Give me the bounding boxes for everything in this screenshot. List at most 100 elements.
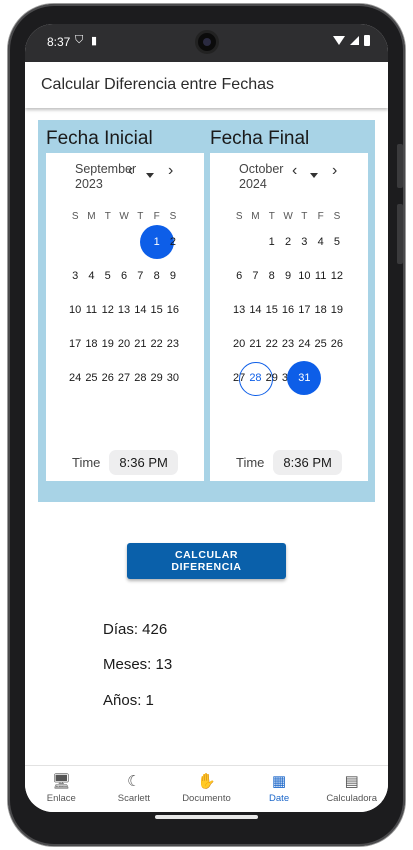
shield-icon: ⛉ — [75, 34, 84, 46]
start-time-button[interactable]: 8:36 PM — [109, 450, 178, 475]
end-date-heading: Fecha Final — [210, 128, 310, 149]
app-bar: Calcular Diferencia entre Fechas — [25, 62, 388, 108]
selected-day-cell[interactable]: 31 — [287, 361, 322, 395]
front-camera — [195, 30, 219, 54]
nav-item-scarlett[interactable]: ☾ Scarlett — [98, 766, 171, 812]
week-row: 17 18 19 20 21 22 23 — [67, 327, 204, 361]
chevron-left-icon[interactable]: ‹ — [128, 162, 133, 180]
chevron-right-icon[interactable]: › — [168, 162, 173, 180]
day-cell[interactable]: 21 — [132, 327, 148, 361]
day-cell[interactable]: 14 — [247, 293, 263, 327]
day-cell[interactable]: 15 — [264, 293, 280, 327]
day-cell[interactable]: 28 — [132, 361, 148, 395]
day-cell[interactable]: 25 — [312, 327, 328, 361]
page-title: Calcular Diferencia entre Fechas — [41, 76, 274, 93]
start-month-selector[interactable]: September 2023 — [75, 162, 145, 192]
day-cell[interactable]: 7 — [132, 259, 148, 293]
week-row: 20 21 22 23 24 25 26 — [231, 327, 368, 361]
empty-day-cell — [83, 225, 99, 259]
end-time-button[interactable]: 8:36 PM — [273, 450, 342, 475]
day-cell[interactable]: 15 — [148, 293, 164, 327]
day-cell[interactable]: 24 — [67, 361, 83, 395]
day-cell[interactable]: 11 — [312, 259, 328, 293]
day-cell[interactable]: 16 — [280, 293, 296, 327]
battery-icon — [364, 35, 370, 46]
day-cell[interactable]: 23 — [165, 327, 181, 361]
day-cell[interactable]: 18 — [312, 293, 328, 327]
day-cell[interactable]: 4 — [83, 259, 99, 293]
day-cell[interactable]: 24 — [296, 327, 312, 361]
day-cell[interactable]: 10 — [296, 259, 312, 293]
day-cell[interactable]: 2 — [165, 225, 181, 259]
weekday-label: S — [71, 211, 79, 222]
day-cell[interactable]: 17 — [67, 327, 83, 361]
day-cell[interactable]: 12 — [329, 259, 345, 293]
day-cell[interactable]: 22 — [264, 327, 280, 361]
selected-day-cell[interactable]: 1 — [139, 225, 175, 259]
day-cell[interactable]: 2 — [280, 225, 296, 259]
day-cell[interactable]: 19 — [100, 327, 116, 361]
nav-item-label: Enlace — [46, 793, 76, 804]
nav-item-documento[interactable]: ✋ Documento — [170, 766, 243, 812]
day-cell[interactable]: 25 — [83, 361, 99, 395]
day-cell[interactable]: 19 — [329, 293, 345, 327]
week-row: 24 25 26 27 28 29 30 — [67, 361, 204, 395]
day-cell[interactable]: 26 — [329, 327, 345, 361]
start-day-grid: S M T W T F S 1 2 3 4 5 6 7 8 9 10 11 12 13 14 15 16 17 18 19 20 21… — [46, 209, 204, 395]
empty-day-cell — [67, 225, 83, 259]
day-cell[interactable]: 3 — [67, 259, 83, 293]
day-cell[interactable]: 14 — [132, 293, 148, 327]
today-day-cell[interactable]: 28 — [239, 361, 274, 396]
nav-item-enlace[interactable]: 🖥 Enlace — [25, 766, 98, 812]
day-cell[interactable]: 6 — [116, 259, 132, 293]
end-month-selector[interactable]: October 2024 — [239, 162, 309, 192]
day-cell[interactable]: 26 — [100, 361, 116, 395]
day-cell[interactable]: 23 — [280, 327, 296, 361]
day-cell[interactable]: 1 — [264, 225, 280, 259]
day-cell[interactable]: 8 — [264, 259, 280, 293]
chevron-down-icon[interactable] — [310, 173, 318, 178]
day-cell[interactable]: 9 — [165, 259, 181, 293]
day-cell[interactable]: 29 — [264, 361, 280, 395]
day-cell[interactable]: 16 — [165, 293, 181, 327]
day-cell[interactable]: 20 — [231, 327, 247, 361]
calculator-icon: ▤ — [344, 773, 359, 790]
chevron-right-icon[interactable]: › — [332, 162, 337, 180]
day-cell[interactable]: 20 — [116, 327, 132, 361]
day-cell[interactable]: 21 — [247, 327, 263, 361]
weekday-label: T — [104, 211, 111, 222]
day-cell[interactable]: 13 — [116, 293, 132, 327]
power-button — [397, 204, 403, 264]
empty-day-cell — [231, 225, 247, 259]
day-cell[interactable]: 6 — [231, 259, 247, 293]
chevron-down-icon[interactable] — [146, 173, 154, 178]
day-cell[interactable]: 13 — [231, 293, 247, 327]
day-cell[interactable]: 4 — [312, 225, 328, 259]
end-month-label: October — [239, 162, 284, 176]
day-cell[interactable]: 10 — [67, 293, 83, 327]
moon-icon: ☾ — [127, 773, 141, 790]
day-cell[interactable]: 11 — [83, 293, 99, 327]
day-cell[interactable]: 22 — [148, 327, 164, 361]
day-cell[interactable]: 5 — [329, 225, 345, 259]
end-day-grid: S M T W T F S 1 2 3 4 5 6 7 8 9 10 11 12 13 14 15 16 17 18 19 20 21… — [210, 209, 368, 396]
day-cell[interactable]: 7 — [247, 259, 263, 293]
day-cell[interactable]: 12 — [100, 293, 116, 327]
empty-day-cell — [247, 225, 263, 259]
day-cell[interactable]: 9 — [280, 259, 296, 293]
week-row: 10 11 12 13 14 15 16 — [67, 293, 204, 327]
nav-item-calculadora[interactable]: ▤ Calculadora — [315, 766, 388, 812]
weekday-label: F — [153, 211, 160, 222]
end-time-label: Time — [236, 455, 265, 470]
day-cell[interactable]: 27 — [116, 361, 132, 395]
day-cell[interactable]: 3 — [296, 225, 312, 259]
nav-item-date[interactable]: ▦ Date — [243, 766, 316, 812]
day-cell[interactable]: 29 — [148, 361, 164, 395]
day-cell[interactable]: 18 — [83, 327, 99, 361]
day-cell[interactable]: 5 — [100, 259, 116, 293]
calculate-difference-button[interactable]: CALCULAR DIFERENCIA — [127, 543, 286, 579]
chevron-left-icon[interactable]: ‹ — [292, 162, 297, 180]
day-cell[interactable]: 30 — [165, 361, 181, 395]
day-cell[interactable]: 8 — [148, 259, 164, 293]
day-cell[interactable]: 17 — [296, 293, 312, 327]
